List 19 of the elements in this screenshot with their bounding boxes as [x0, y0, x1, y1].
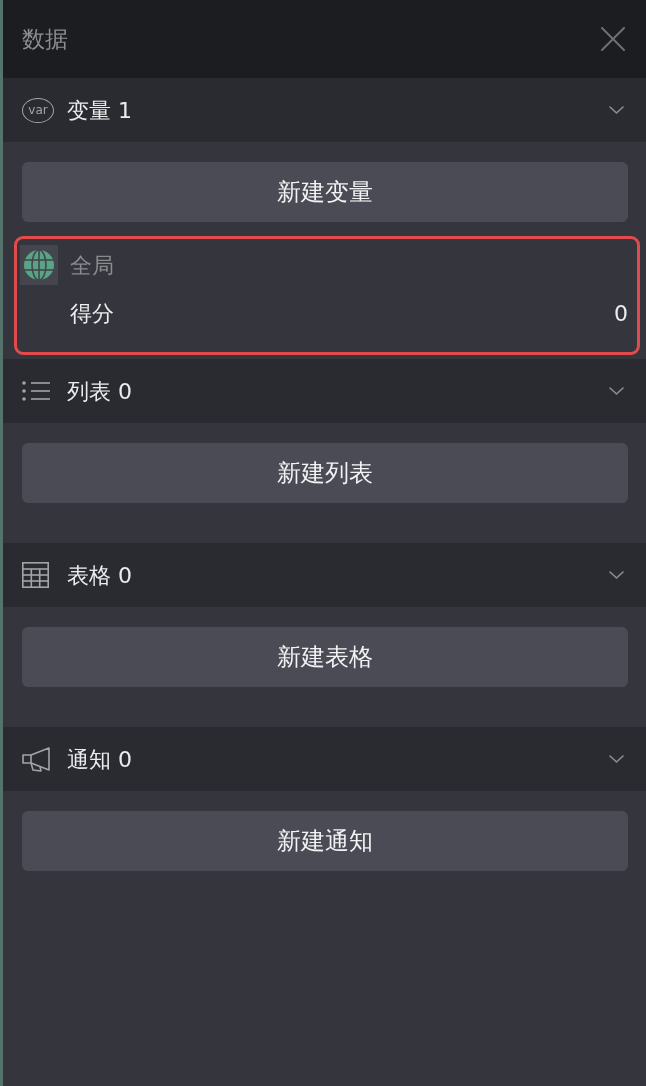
close-button[interactable]: [601, 27, 625, 51]
table-icon: [22, 562, 49, 588]
new-button[interactable]: 新建通知: [22, 811, 628, 871]
new-button[interactable]: 新建表格: [22, 627, 628, 687]
section-header[interactable]: var 变量 1: [3, 78, 646, 142]
globe-icon: [20, 245, 58, 285]
panel-title: 数据: [22, 24, 68, 54]
variable-name: 得分: [70, 300, 114, 328]
megaphone-icon: [22, 746, 50, 772]
section-header[interactable]: 表格 0: [3, 543, 646, 607]
scope-label: 全局: [70, 251, 114, 280]
section-header[interactable]: 通知 0: [3, 727, 646, 791]
close-icon: [601, 27, 625, 51]
new-button[interactable]: 新建变量: [22, 162, 628, 222]
section-header[interactable]: 列表 0: [3, 359, 646, 423]
new-button[interactable]: 新建列表: [22, 443, 628, 503]
list-icon: [22, 381, 50, 401]
variable-item[interactable]: 全局 得分 0: [14, 236, 640, 355]
variable-value: 0: [614, 300, 628, 328]
